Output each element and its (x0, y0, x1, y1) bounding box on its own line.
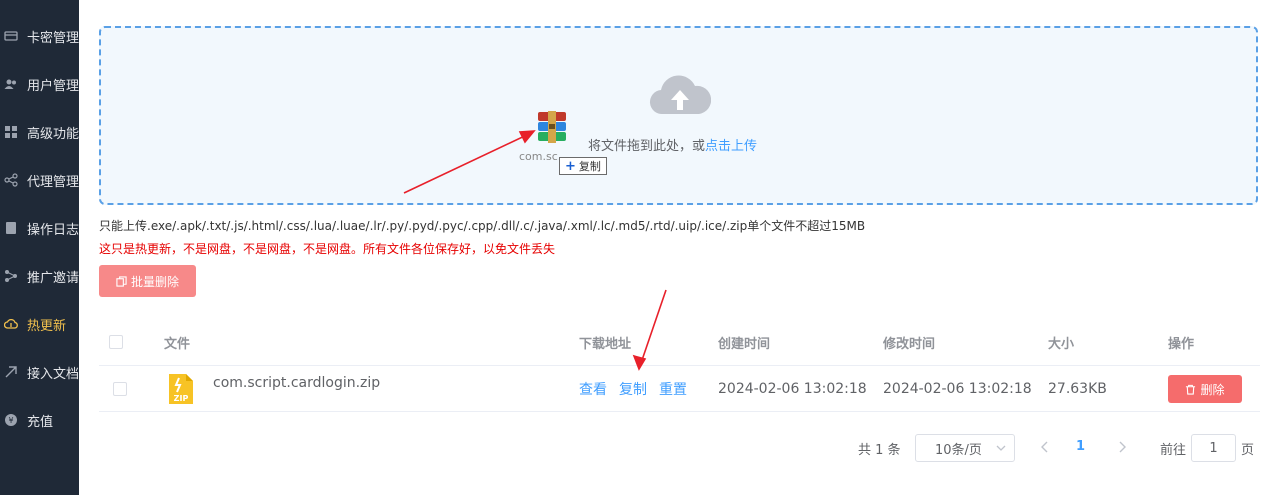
allowed-types-tip: 只能上传.exe/.apk/.txt/.js/.html/.css/.lua/.… (99, 219, 866, 233)
warning-tip: 这只是热更新，不是网盘，不是网盘，不是网盘。所有文件各位保存好，以免文件丢失 (99, 242, 556, 256)
goto-label: 前往 (1160, 443, 1187, 458)
view-link[interactable]: 查看 (579, 379, 607, 399)
sidebar-item-recharge[interactable]: ¥ 充值 (0, 408, 79, 432)
sidebar-item-card[interactable]: 卡密管理 (0, 24, 79, 48)
created-time: 2024-02-06 13:02:18 (718, 381, 867, 397)
reset-link[interactable]: 重置 (659, 379, 687, 399)
archive-file-icon (538, 111, 566, 143)
drag-tooltip-label: 复制 (578, 160, 601, 173)
card-icon (4, 29, 18, 43)
page-size-value: 10条/页 (935, 442, 982, 458)
row-checkbox[interactable] (113, 382, 127, 396)
cloud-upload-icon (650, 75, 711, 115)
main-content: 将文件拖到此处，或点击上传 com.sc... + 复制 只能上传.exe/.a… (79, 0, 1279, 495)
batch-delete-label: 批量删除 (130, 274, 179, 289)
sidebar-item-label: 操作日志 (27, 222, 79, 238)
sidebar-item-user[interactable]: 用户管理 (0, 72, 79, 96)
link-icon (4, 365, 18, 379)
modified-time: 2024-02-06 13:02:18 (883, 381, 1032, 397)
download-links: 查看 复制 重置 (579, 366, 699, 412)
grid-icon (4, 125, 18, 139)
sidebar-item-agent[interactable]: 代理管理 (0, 168, 79, 192)
share-icon (4, 173, 18, 187)
actions-cell: 删除 (1168, 366, 1242, 412)
log-icon (4, 221, 18, 235)
current-page-number[interactable]: 1 (1076, 439, 1085, 454)
sidebar-item-label: 代理管理 (27, 174, 79, 190)
click-upload-link[interactable]: 点击上传 (705, 139, 757, 154)
page-unit-label: 页 (1241, 443, 1255, 458)
sidebar: 卡密管理 用户管理 高级功能 代理管理 操作日志 推广邀请 热更新 接入文档 ¥… (0, 0, 79, 495)
sidebar-item-hot-update[interactable]: 热更新 (0, 312, 79, 336)
coin-icon: ¥ (4, 413, 18, 427)
header-actions: 操作 (1168, 336, 1195, 352)
drop-instruction: 将文件拖到此处，或点击上传 (588, 135, 757, 154)
drop-text: 将文件拖到此处，或 (588, 139, 706, 154)
trash-icon (1186, 384, 1196, 395)
header-size: 大小 (1048, 336, 1075, 352)
sidebar-item-label: 充值 (27, 414, 54, 430)
drag-copy-tooltip: + 复制 (559, 157, 607, 175)
sidebar-item-label: 推广邀请 (27, 270, 79, 286)
chevron-left-icon[interactable] (1038, 440, 1052, 454)
file-icon-cell: ZIP (167, 366, 195, 412)
sidebar-item-label: 用户管理 (27, 78, 79, 94)
select-all-cell (109, 318, 123, 366)
header-modified: 修改时间 (883, 336, 936, 352)
goto-page-input[interactable] (1191, 434, 1236, 462)
sidebar-item-label: 接入文档 (27, 366, 79, 382)
svg-text:ZIP: ZIP (174, 394, 189, 403)
sidebar-item-advanced[interactable]: 高级功能 (0, 120, 79, 144)
select-all-checkbox[interactable] (109, 335, 123, 349)
page-size-select[interactable]: 10条/页 (915, 434, 1015, 462)
pagination-total: 共 1 条 (858, 443, 901, 458)
chevron-right-icon[interactable] (1115, 440, 1129, 454)
copy-link[interactable]: 复制 (619, 379, 647, 399)
row-select-cell (113, 366, 127, 412)
table-header: 文件 下载地址 创建时间 修改时间 大小 操作 (99, 318, 1260, 366)
network-icon (4, 269, 18, 283)
header-file: 文件 (164, 336, 191, 352)
plus-icon: + (565, 158, 576, 174)
sidebar-item-label: 热更新 (27, 318, 67, 334)
copy-icon (116, 275, 127, 287)
delete-button[interactable]: 删除 (1168, 375, 1242, 403)
batch-delete-button[interactable]: 批量删除 (99, 265, 196, 297)
sidebar-item-log[interactable]: 操作日志 (0, 216, 79, 240)
table-row: ZIP com.script.cardlogin.zip 查看 复制 重置 20… (99, 366, 1260, 412)
sidebar-item-label: 卡密管理 (27, 30, 79, 46)
sidebar-item-promote[interactable]: 推广邀请 (0, 264, 79, 288)
header-download: 下载地址 (579, 336, 632, 352)
upload-drop-zone[interactable]: 将文件拖到此处，或点击上传 com.sc... + 复制 (99, 26, 1258, 205)
sidebar-item-label: 高级功能 (27, 126, 79, 142)
sidebar-item-docs[interactable]: 接入文档 (0, 360, 79, 384)
cloud-upload-icon (4, 317, 18, 331)
file-size: 27.63KB (1048, 381, 1107, 397)
user-icon (4, 77, 18, 91)
delete-label: 删除 (1200, 382, 1225, 397)
file-name: com.script.cardlogin.zip (213, 375, 381, 391)
header-created: 创建时间 (718, 336, 771, 352)
svg-text:¥: ¥ (8, 416, 13, 425)
chevron-down-icon (996, 445, 1006, 451)
zip-file-icon: ZIP (169, 374, 193, 404)
